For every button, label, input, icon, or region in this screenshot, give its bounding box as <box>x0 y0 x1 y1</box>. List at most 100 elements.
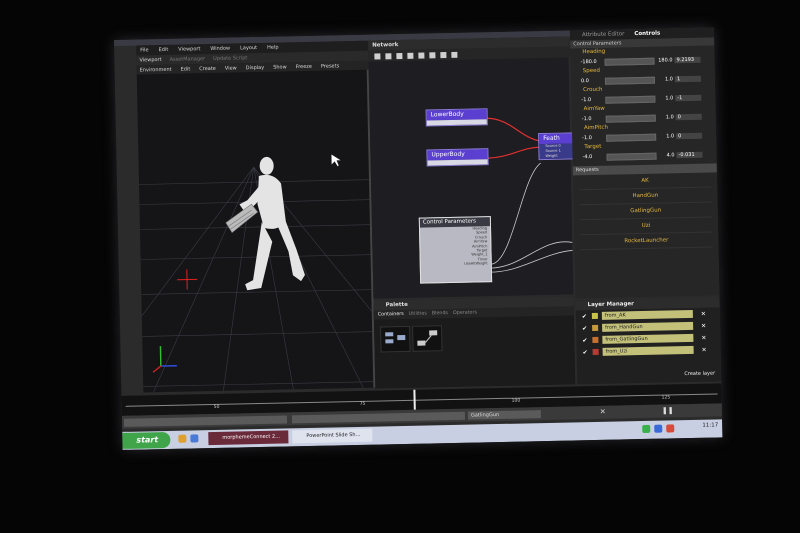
axis-gizmo <box>152 346 177 373</box>
tab-containers[interactable]: Containers <box>378 312 404 318</box>
param-crouch-max: 1.0 <box>665 95 674 102</box>
timeline-tick: 100 <box>511 398 521 404</box>
vmenu-create[interactable]: Create <box>199 65 216 71</box>
attribute-editor-panel: Attribute Editor Controls Control Parame… <box>569 27 720 299</box>
status-field-middle <box>291 411 466 424</box>
tab-asset-manager[interactable]: AssetManager <box>169 56 205 63</box>
layer-delete-icon[interactable]: ✕ <box>702 346 707 353</box>
layer-name[interactable]: from_Uzi <box>602 345 694 356</box>
param-speed-min: 0.0 <box>580 78 589 85</box>
timeline-tick: 50 <box>213 404 220 410</box>
node-lower-body[interactable]: LowerBody <box>425 108 488 127</box>
menu-layout[interactable]: Layout <box>240 45 257 51</box>
tab-attribute-editor[interactable]: Attribute Editor <box>582 31 624 38</box>
menu-viewport[interactable]: Viewport <box>178 46 200 52</box>
param-aimpitch-max: 1.0 <box>666 133 675 140</box>
cp-port-usealtweight: UseAltWeight <box>464 261 488 266</box>
param-speed-value[interactable]: 1 <box>674 75 702 83</box>
tray-volume-icon[interactable] <box>654 424 663 433</box>
param-crouch-slider[interactable] <box>605 95 656 104</box>
param-aimyaw-min: -1.0 <box>581 116 592 123</box>
vmenu-freeze[interactable]: Freeze <box>296 63 312 69</box>
quicklaunch-ie-icon[interactable] <box>190 434 199 443</box>
taskbar-button-powerpoint[interactable]: PowerPoint Slide Sh... <box>292 428 373 444</box>
mouse-cursor <box>331 154 341 167</box>
layer-manager-panel: Layer Manager ✔ from_AK ✕ ✔ from_HandGun… <box>575 297 722 385</box>
param-crouch-min: -1.0 <box>581 97 592 104</box>
param-speed-slider[interactable] <box>604 76 656 85</box>
layer-name[interactable]: from_AK <box>601 309 693 320</box>
pause-icon[interactable]: ❚❚ <box>662 406 674 414</box>
param-speed-max: 1.0 <box>664 76 674 83</box>
layer-color-swatch <box>592 336 599 344</box>
layer-color-swatch <box>591 312 598 320</box>
layer-color-swatch <box>592 348 599 356</box>
tab-update-script[interactable]: Update Script <box>213 55 247 62</box>
taskbar-button-morpheme[interactable]: morphemeConnect 2... <box>208 430 289 446</box>
node-upper-body[interactable]: UpperBody <box>426 148 489 167</box>
param-aimpitch-value[interactable]: 0 <box>676 132 703 140</box>
menu-edit[interactable]: Edit <box>159 47 169 53</box>
tray-network-icon[interactable] <box>642 424 651 434</box>
menu-window[interactable]: Window <box>210 46 230 52</box>
param-heading-slider[interactable] <box>604 57 655 66</box>
param-heading-min: -180.0 <box>580 58 597 66</box>
param-target-min: -4.0 <box>582 154 593 161</box>
start-button[interactable]: start <box>122 431 171 449</box>
network-panel: Network LowerBody UpperBody Feath Source… <box>368 36 581 299</box>
quicklaunch-explorer-icon[interactable] <box>178 434 187 443</box>
monitor-screen: File Edit Viewport Window Layout Help Vi… <box>114 27 723 450</box>
tab-controls[interactable]: Controls <box>634 31 660 38</box>
vmenu-environment[interactable]: Environment <box>140 66 172 73</box>
request-rocketlauncher[interactable]: RocketLauncher <box>580 232 713 251</box>
node-control-parameters[interactable]: Control Parameters Heading Speed Crouch … <box>418 216 493 284</box>
palette-panel: Palette Containers Utilities Blends Oper… <box>373 296 576 389</box>
vmenu-show[interactable]: Show <box>273 64 287 70</box>
layer-checkbox[interactable]: ✔ <box>582 325 588 332</box>
tray-security-icon[interactable] <box>666 424 675 433</box>
tab-viewport[interactable]: Viewport <box>139 57 161 63</box>
param-aimpitch-slider[interactable] <box>606 133 657 142</box>
status-field-left <box>123 415 288 427</box>
menu-file[interactable]: File <box>140 47 148 53</box>
layer-name[interactable]: from_HandGun <box>602 321 694 332</box>
viewport-panel: Viewport AssetManager Update Script Envi… <box>136 50 376 393</box>
param-heading-max: 180.0 <box>658 57 673 64</box>
layer-delete-icon[interactable]: ✕ <box>701 322 706 329</box>
param-aimpitch-min: -1.0 <box>582 135 592 142</box>
menu-help[interactable]: Help <box>267 45 279 51</box>
param-crouch-value[interactable]: -1 <box>675 94 702 102</box>
param-aimyaw-value[interactable]: 0 <box>675 113 702 121</box>
param-aimyaw-max: 1.0 <box>665 114 674 121</box>
tab-blends[interactable]: Blends <box>432 311 448 316</box>
close-icon[interactable]: ✕ <box>600 408 606 416</box>
timeline-tick: 125 <box>661 395 671 401</box>
vmenu-view[interactable]: View <box>225 65 237 71</box>
param-target-value[interactable]: -0.031 <box>676 151 703 159</box>
layer-name[interactable]: from_GatlingGun <box>602 333 694 344</box>
timeline-tick: 75 <box>359 401 366 407</box>
create-layer-button[interactable]: Create layer <box>684 370 715 377</box>
timeline-playhead[interactable] <box>413 389 416 410</box>
layer-color-swatch <box>592 324 599 332</box>
gatling-gun <box>225 203 259 234</box>
palette-container-icon[interactable] <box>380 325 411 353</box>
3d-scene[interactable] <box>136 70 374 393</box>
param-target-slider[interactable] <box>606 152 657 161</box>
layer-checkbox[interactable]: ✔ <box>582 313 588 320</box>
vmenu-presets[interactable]: Presets <box>321 63 339 69</box>
layer-delete-icon[interactable]: ✕ <box>701 310 706 317</box>
tab-utilities[interactable]: Utilities <box>409 312 427 317</box>
layer-row[interactable]: ✔ from_Uzi ✕ <box>577 343 721 358</box>
request-select[interactable]: GatlingGun <box>467 410 542 420</box>
target-marker <box>177 269 198 290</box>
vmenu-display[interactable]: Display <box>246 64 265 70</box>
tab-operators[interactable]: Operators <box>453 310 477 316</box>
param-heading-value[interactable]: 9.2193 <box>674 56 701 64</box>
layer-checkbox[interactable]: ✔ <box>583 349 589 356</box>
param-aimyaw-slider[interactable] <box>605 114 656 123</box>
palette-statemachine-icon[interactable] <box>412 325 443 352</box>
vmenu-edit[interactable]: Edit <box>180 66 190 72</box>
layer-checkbox[interactable]: ✔ <box>582 337 588 344</box>
layer-delete-icon[interactable]: ✕ <box>701 334 706 341</box>
